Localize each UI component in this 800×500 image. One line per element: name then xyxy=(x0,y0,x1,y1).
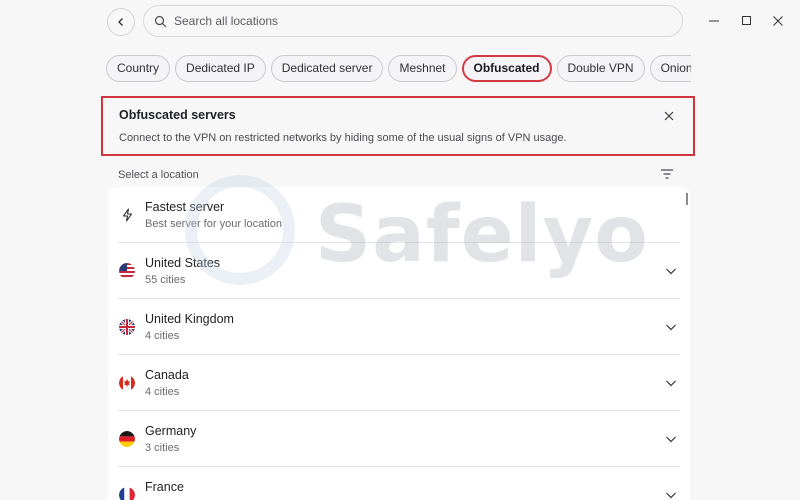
country-row-france[interactable]: France xyxy=(118,467,680,500)
chip-dedicated-ip[interactable]: Dedicated IP xyxy=(175,55,266,82)
country-name: France xyxy=(145,480,184,494)
banner-title: Obfuscated servers xyxy=(119,108,236,122)
country-row-united-kingdom[interactable]: United Kingdom 4 cities xyxy=(118,299,680,355)
lightning-icon xyxy=(118,206,136,224)
close-banner-icon[interactable] xyxy=(663,110,675,122)
search-box[interactable] xyxy=(143,5,683,37)
search-input[interactable] xyxy=(174,14,654,28)
us-flag-icon xyxy=(118,262,136,280)
list-scrollbar[interactable] xyxy=(686,193,688,205)
country-name: Germany xyxy=(145,424,197,438)
chevron-down-icon[interactable] xyxy=(664,320,678,334)
select-location-label: Select a location xyxy=(118,169,199,181)
minimize-icon xyxy=(709,20,719,22)
uk-flag-icon xyxy=(118,318,136,336)
minimize-button[interactable] xyxy=(707,14,721,28)
chip-meshnet[interactable]: Meshnet xyxy=(388,55,457,82)
chip-double-vpn[interactable]: Double VPN xyxy=(556,55,645,82)
country-name: Canada xyxy=(145,368,189,382)
filter-chips: Country Dedicated IP Dedicated server Meshn… xyxy=(106,55,691,83)
maximize-icon xyxy=(742,16,751,25)
country-name: United Kingdom xyxy=(145,312,234,326)
country-cities: 4 cities xyxy=(145,330,180,342)
search-icon xyxy=(154,15,167,27)
chip-obfuscated[interactable]: Obfuscated xyxy=(461,55,552,82)
chevron-down-icon[interactable] xyxy=(664,376,678,390)
chip-country[interactable]: Country xyxy=(106,55,171,82)
filter-icon[interactable] xyxy=(660,167,674,181)
country-row-germany[interactable]: Germany 3 cities xyxy=(118,411,680,467)
country-row-united-states[interactable]: United States 55 cities xyxy=(118,243,680,299)
country-name: United States xyxy=(145,256,221,270)
country-cities: 4 cities xyxy=(145,386,180,398)
obfuscated-info-banner: Obfuscated servers Connect to the VPN on… xyxy=(101,96,695,156)
close-window-button[interactable] xyxy=(771,14,785,28)
maximize-button[interactable] xyxy=(740,14,754,28)
location-list: Fastest server Best server for your loca… xyxy=(108,187,690,500)
banner-description: Connect to the VPN on restricted network… xyxy=(119,132,567,144)
country-row-canada[interactable]: Canada 4 cities xyxy=(118,355,680,411)
fastest-server-row[interactable]: Fastest server Best server for your loca… xyxy=(118,187,680,243)
ca-flag-icon xyxy=(118,374,136,392)
chevron-left-icon xyxy=(118,18,123,26)
de-flag-icon xyxy=(118,430,136,448)
chevron-down-icon[interactable] xyxy=(664,264,678,278)
fr-flag-icon xyxy=(118,486,136,500)
close-icon xyxy=(773,16,783,26)
chip-dedicated-server[interactable]: Dedicated server xyxy=(270,55,384,82)
country-cities: 3 cities xyxy=(145,442,180,454)
country-cities: 55 cities xyxy=(145,274,186,286)
fastest-server-sub: Best server for your location xyxy=(145,218,282,230)
chevron-down-icon[interactable] xyxy=(664,488,678,500)
chip-onion-over-vpn[interactable]: Onion Over VPN xyxy=(649,55,691,82)
back-button[interactable] xyxy=(107,8,135,36)
chevron-down-icon[interactable] xyxy=(664,432,678,446)
fastest-server-name: Fastest server xyxy=(145,200,225,214)
